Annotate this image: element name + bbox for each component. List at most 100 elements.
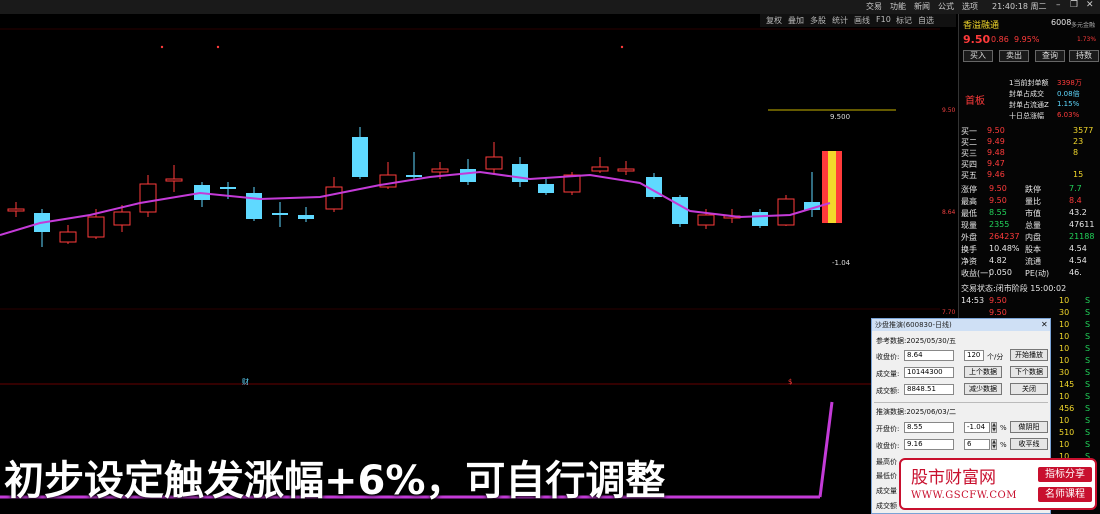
close-button[interactable]: 关闭: [1010, 383, 1048, 395]
candle-body: [139, 183, 157, 213]
stat-value: 2355: [989, 220, 1010, 229]
candle-body: [272, 213, 288, 215]
tick-volume: 10: [1059, 332, 1070, 341]
bid-label: 买一: [961, 127, 977, 136]
high-price-label: 最高价: [876, 458, 897, 466]
next-data-button[interactable]: 下个数据: [1010, 366, 1048, 378]
tool-draw[interactable]: 画线: [854, 15, 870, 26]
seal-label-1: 封单占成交: [1009, 90, 1044, 98]
tool-fuquan[interactable]: 复权: [766, 15, 782, 26]
buy-button[interactable]: 买入: [963, 50, 993, 62]
candle-body: [325, 186, 343, 210]
seal-label-2: 封单占流通Z: [1009, 101, 1049, 109]
stat-value: 43.2: [1069, 208, 1087, 217]
tick-flag: S: [1085, 440, 1091, 449]
stat-value: 21188: [1069, 232, 1095, 241]
axis-label-mid: 8.64: [942, 209, 956, 216]
candle-body: [591, 166, 609, 172]
play-button[interactable]: 开始播放: [1010, 349, 1048, 361]
restore-icon[interactable]: ❐: [1070, 0, 1078, 10]
sell-button[interactable]: 卖出: [999, 50, 1029, 62]
tick-volume: 10: [1059, 440, 1070, 449]
open-price-field[interactable]: 8.55: [904, 422, 954, 433]
open-price-label: 开盘价:: [876, 425, 900, 433]
close-price-field[interactable]: 8.64: [904, 350, 954, 361]
open-pct-sign: %: [1000, 424, 1007, 432]
tool-mark[interactable]: 标记: [896, 15, 912, 26]
menu-trade[interactable]: 交易: [866, 1, 882, 12]
stock-code: 6008: [1051, 18, 1072, 27]
seal-value-1: 0.08倍: [1057, 90, 1080, 98]
stat-value: 4.54: [1069, 244, 1087, 253]
stat-value: 10.48%: [989, 244, 1020, 253]
sim-close-pct-field[interactable]: 6: [964, 439, 990, 450]
amount-field[interactable]: 8848.51: [904, 384, 954, 395]
tool-multi[interactable]: 多股: [810, 15, 826, 26]
tick-volume: 30: [1059, 368, 1070, 377]
stock-name: 香溢融通: [963, 21, 1000, 31]
volume-field[interactable]: 10144300: [904, 367, 954, 378]
open-pct-field[interactable]: -1.04: [964, 422, 990, 433]
tool-stats[interactable]: 统计: [832, 15, 848, 26]
candlestick-chart[interactable]: 9.500 -1.04 财 $ 9.50 8.64 7.70: [0, 27, 958, 387]
query-button[interactable]: 查询: [1035, 50, 1065, 62]
open-pct-stepper[interactable]: ▲ ▼: [991, 422, 997, 433]
candle-body: [460, 169, 476, 182]
seal-value-0: 3398万: [1057, 79, 1082, 87]
dialog-close-icon[interactable]: ✕: [1041, 320, 1048, 329]
tick-volume: 10: [1059, 296, 1070, 305]
stat-value: 9.50: [989, 184, 1007, 193]
bid-volume: 3577: [1073, 126, 1094, 135]
candles: [7, 45, 842, 247]
site-watermark: 股市财富网 WWW.GSCFW.COM 指标分享 名师课程: [899, 458, 1097, 510]
stat-label: 流通: [1025, 257, 1041, 266]
dollar-marker: $: [788, 378, 792, 386]
holdings-button[interactable]: 持数: [1069, 50, 1099, 62]
stat-value: 4.54: [1069, 256, 1087, 265]
tool-overlay[interactable]: 叠加: [788, 15, 804, 26]
sim-amount-label: 成交额: [876, 502, 897, 510]
yinyang-button[interactable]: 做阴阳: [1010, 421, 1048, 433]
tick-flag: S: [1085, 332, 1091, 341]
flat-line-button[interactable]: 收平线: [1010, 438, 1048, 450]
menu-options[interactable]: 选项: [962, 1, 978, 12]
tick-flag: S: [1085, 356, 1091, 365]
prev-data-button[interactable]: 上个数据: [964, 366, 1002, 378]
menu-news[interactable]: 新闻: [914, 1, 930, 12]
speed-field[interactable]: 120: [964, 350, 984, 361]
limit-up-candle-inner: [828, 151, 836, 223]
price-level-label: 9.500: [830, 113, 850, 121]
tick-price: 9.50: [989, 296, 1007, 305]
last-price: 9.50: [963, 33, 991, 46]
dialog-separator: [874, 402, 1048, 403]
candle-body: [59, 231, 77, 243]
tool-watchlist[interactable]: 自选: [918, 15, 934, 26]
close-price-label: 收盘价:: [876, 353, 900, 361]
tick-volume: 145: [1059, 380, 1075, 389]
stat-label: 最高: [961, 197, 977, 206]
menu-formula[interactable]: 公式: [938, 1, 954, 12]
stat-label: 内盘: [1025, 233, 1041, 242]
menu-functions[interactable]: 功能: [890, 1, 906, 12]
sim-volume-label: 成交量: [876, 487, 897, 495]
candle-body: [113, 211, 131, 226]
bid-price: 9.47: [987, 159, 1005, 168]
axis-label-low: 7.70: [942, 309, 956, 316]
bid-label: 买二: [961, 138, 977, 147]
tick-flag: S: [1085, 428, 1091, 437]
close-icon[interactable]: ✕: [1086, 0, 1094, 10]
stat-value: 9.50: [989, 196, 1007, 205]
stat-value: 8.4: [1069, 196, 1082, 205]
candle-body: [87, 216, 105, 238]
tick-volume: 456: [1059, 404, 1075, 413]
minimize-icon[interactable]: –: [1056, 0, 1061, 10]
stat-value: 8.55: [989, 208, 1007, 217]
bid-volume: 8: [1073, 148, 1079, 157]
sim-close-field[interactable]: 9.16: [904, 439, 954, 450]
stat-label: 量比: [1025, 197, 1041, 206]
reduce-data-button[interactable]: 减少数据: [964, 383, 1002, 395]
close-pct-stepper[interactable]: ▲ ▼: [991, 439, 997, 450]
candle-body: [352, 137, 368, 177]
tick-flag: S: [1085, 368, 1091, 377]
tool-f10[interactable]: F10: [876, 15, 891, 24]
